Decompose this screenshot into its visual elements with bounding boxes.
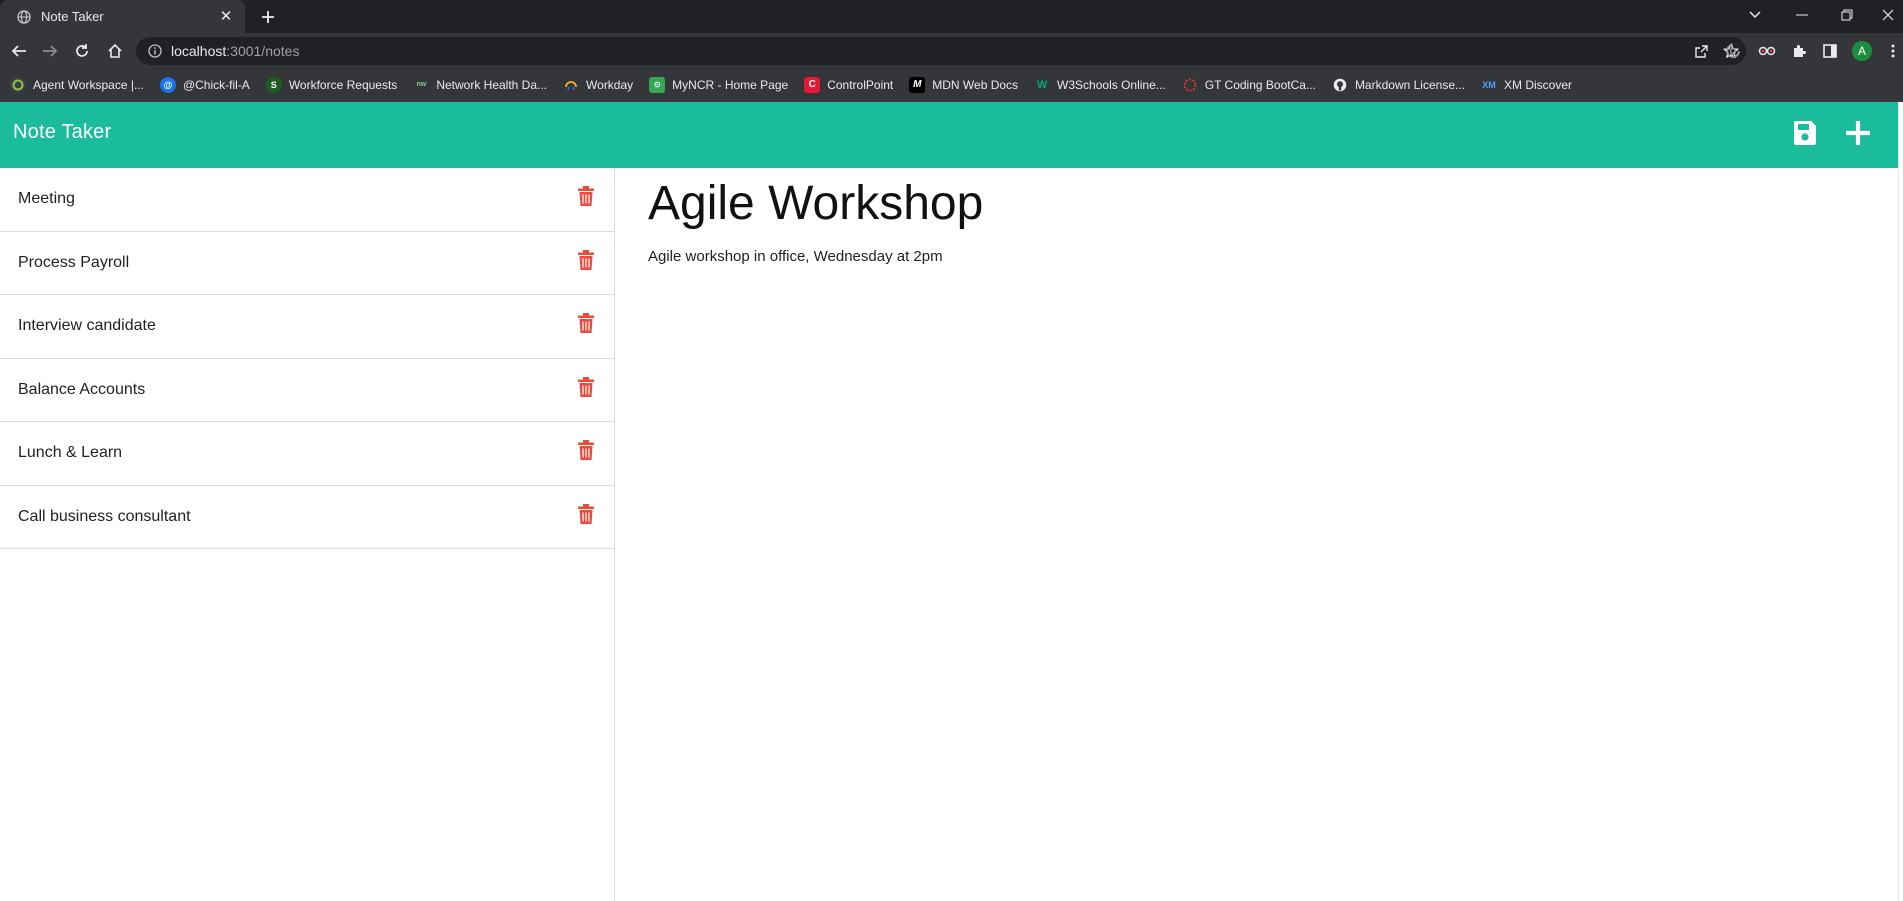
bookmark-label: Agent Workspace |... — [33, 77, 144, 92]
trash-icon[interactable] — [576, 312, 596, 334]
bookmark-label: XM Discover — [1504, 77, 1573, 92]
app-title[interactable]: Note Taker — [13, 121, 111, 144]
url-host: localhost — [171, 43, 227, 59]
restore-icon[interactable] — [1827, 0, 1867, 30]
agent-icon — [10, 76, 26, 93]
note-title: Interview candidate — [18, 317, 156, 335]
bookmark-item[interactable]: nw Network Health Da... — [413, 77, 547, 93]
bookmark-item[interactable]: ⊙ MyNCR - Home Page — [649, 76, 789, 93]
notes-list: Meeting Process Payroll Interview candid… — [0, 168, 615, 901]
tab-search-icon[interactable] — [1735, 0, 1775, 30]
github-icon — [1332, 77, 1348, 93]
page-scrollbar[interactable] — [1898, 102, 1903, 901]
network-icon: nw — [416, 81, 427, 88]
save-note-button[interactable] — [1790, 118, 1820, 148]
url-path: :3001/notes — [226, 43, 300, 59]
back-icon[interactable] — [8, 40, 30, 62]
share-icon[interactable] — [1686, 39, 1716, 63]
list-item[interactable]: Lunch & Learn — [0, 422, 614, 486]
servicenow-icon: S — [265, 76, 282, 93]
gt-icon — [1182, 77, 1198, 93]
forward-icon[interactable] — [39, 40, 61, 62]
trash-icon[interactable] — [576, 439, 596, 461]
bookmark-item[interactable]: Agent Workspace |... — [10, 76, 144, 93]
bookmark-item[interactable]: C ControlPoint — [804, 76, 894, 93]
list-item[interactable]: Process Payroll — [0, 232, 614, 295]
bookmark-label: Markdown License... — [1354, 77, 1465, 92]
address-bar[interactable]: localhost:3001/notes — [136, 37, 1746, 65]
w3schools-icon: W — [1036, 78, 1048, 91]
list-item[interactable]: Balance Accounts — [0, 359, 614, 422]
bookmark-label: Network Health Da... — [436, 77, 548, 92]
trash-icon[interactable] — [576, 503, 596, 525]
app-navbar: Note Taker — [0, 102, 1898, 168]
bookmark-item[interactable]: S Workforce Requests — [265, 76, 398, 93]
bookmark-item[interactable]: Markdown License... — [1332, 77, 1465, 93]
trash-icon[interactable] — [576, 185, 596, 207]
profile-avatar[interactable]: A — [1852, 41, 1872, 61]
bookmark-item[interactable]: Workday — [563, 77, 633, 93]
chickfila-icon: C — [804, 76, 821, 93]
bookmark-label: MDN Web Docs — [932, 77, 1019, 92]
bookmark-item[interactable]: @ @Chick-fil-A — [159, 76, 250, 93]
bookmark-item[interactable]: W W3Schools Online... — [1034, 77, 1166, 93]
list-item[interactable]: Call business consultant — [0, 486, 614, 549]
workday-icon — [563, 77, 579, 93]
note-editor: Agile Workshop Agile workshop in office,… — [616, 168, 1898, 901]
note-title: Lunch & Learn — [18, 444, 123, 462]
mdn-icon: M — [909, 76, 926, 93]
note-title: Meeting — [18, 190, 75, 208]
bookmark-label: ControlPoint — [827, 77, 894, 92]
bookmark-label: @Chick-fil-A — [182, 77, 250, 92]
trash-icon[interactable] — [576, 376, 596, 398]
plus-icon — [1846, 121, 1870, 145]
browser-toolbar: localhost:3001/notes A — [0, 33, 1903, 68]
extension-glasses-icon[interactable] — [1755, 39, 1779, 63]
close-tab-icon[interactable]: ✕ — [217, 8, 235, 26]
list-item[interactable]: Interview candidate — [0, 295, 614, 359]
save-icon — [1794, 121, 1816, 145]
browser-tab[interactable]: Note Taker ✕ — [0, 0, 245, 33]
note-title: Process Payroll — [18, 253, 130, 271]
bookmark-label: MyNCR - Home Page — [672, 77, 789, 92]
bookmark-label: Workforce Requests — [288, 77, 398, 92]
bookmark-item[interactable]: XM XM Discover — [1481, 77, 1572, 93]
globe-icon — [17, 9, 31, 24]
tab-title: Note Taker — [41, 9, 104, 24]
bookmark-label: GT Coding BootCa... — [1204, 77, 1316, 92]
ncr-icon: ⊙ — [649, 76, 666, 93]
close-window-icon[interactable] — [1872, 0, 1903, 30]
bookmark-label: Workday — [586, 77, 634, 92]
note-title-input[interactable]: Agile Workshop — [648, 176, 983, 231]
site-info-icon[interactable] — [148, 44, 162, 58]
list-item[interactable]: Meeting — [0, 168, 614, 232]
note-text-area[interactable]: Agile workshop in office, Wednesday at 2… — [648, 248, 943, 265]
trash-icon[interactable] — [576, 249, 596, 271]
bookmark-item[interactable]: M MDN Web Docs — [909, 76, 1019, 93]
kebab-menu-icon[interactable] — [1883, 39, 1903, 63]
note-title: Call business consultant — [18, 507, 191, 525]
bookmark-label: W3Schools Online... — [1057, 77, 1166, 92]
bookmarks-bar: Agent Workspace |... @ @Chick-fil-A S Wo… — [0, 68, 1903, 102]
new-tab-button[interactable] — [257, 6, 279, 28]
new-note-button[interactable] — [1843, 118, 1873, 148]
at-icon: @ — [159, 76, 176, 93]
home-icon[interactable] — [104, 40, 126, 62]
note-title: Balance Accounts — [18, 380, 146, 398]
puzzle-icon[interactable] — [1787, 39, 1811, 63]
extension-swirl-icon[interactable] — [1721, 39, 1745, 63]
side-panel-icon[interactable] — [1818, 39, 1842, 63]
xm-icon: XM — [1482, 79, 1496, 90]
minimize-icon[interactable] — [1782, 0, 1822, 30]
reload-icon[interactable] — [71, 40, 93, 62]
bookmark-item[interactable]: GT Coding BootCa... — [1182, 77, 1316, 93]
browser-tab-strip: Note Taker ✕ — [0, 0, 1903, 33]
